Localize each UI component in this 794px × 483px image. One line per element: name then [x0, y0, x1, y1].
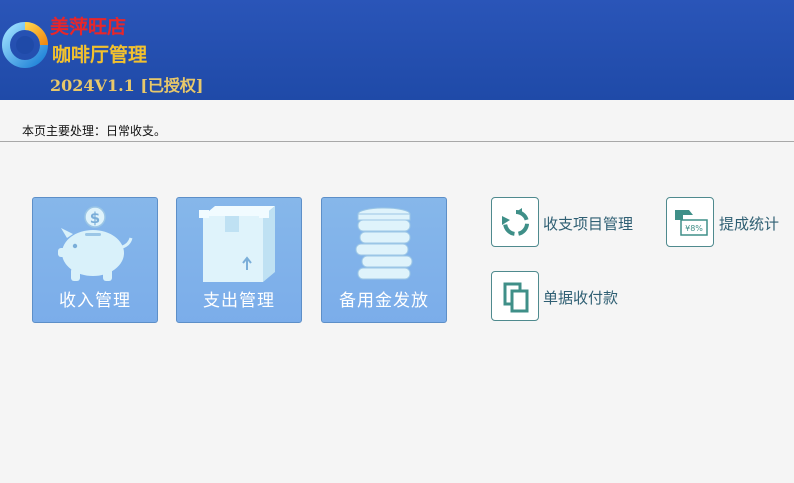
income-expense-items-button[interactable] [491, 197, 539, 247]
shop-name: 美萍旺店 [50, 16, 127, 38]
piggy-bank-icon: $ [58, 206, 133, 281]
copy-icon [503, 282, 529, 313]
expense-management-button[interactable]: 支出管理 [176, 197, 302, 323]
version-label: 2024V1.1 [已授权] [50, 76, 204, 95]
income-expense-items-label[interactable]: 收支项目管理 [543, 213, 633, 234]
commission-stats-label[interactable]: 提成统计 [719, 213, 779, 234]
page-notice: 本页主要处理：日常收支。 [22, 124, 167, 138]
document-payment-button[interactable] [491, 271, 539, 321]
commission-icon: ¥8% [675, 210, 708, 236]
divider [0, 141, 794, 142]
app-name: 咖啡厅管理 [52, 44, 148, 66]
document-payment-label[interactable]: 单据收付款 [543, 287, 618, 308]
petty-cash-button[interactable]: 备用金发放 [321, 197, 447, 323]
coin-stack-icon [355, 207, 413, 280]
income-management-label: 收入管理 [59, 291, 131, 311]
svg-text:$: $ [90, 209, 100, 227]
app-header: 美萍旺店 咖啡厅管理 2024V1.1 [已授权] [0, 0, 794, 100]
commission-icon-text: ¥8% [685, 224, 703, 233]
expense-management-label: 支出管理 [203, 291, 275, 311]
logo-ring-icon [2, 22, 48, 68]
box-icon [199, 206, 275, 282]
petty-cash-label: 备用金发放 [339, 291, 429, 311]
commission-stats-button[interactable]: ¥8% [666, 197, 714, 247]
refresh-icon [502, 208, 530, 236]
income-management-button[interactable]: $ 收入管理 [32, 197, 158, 323]
